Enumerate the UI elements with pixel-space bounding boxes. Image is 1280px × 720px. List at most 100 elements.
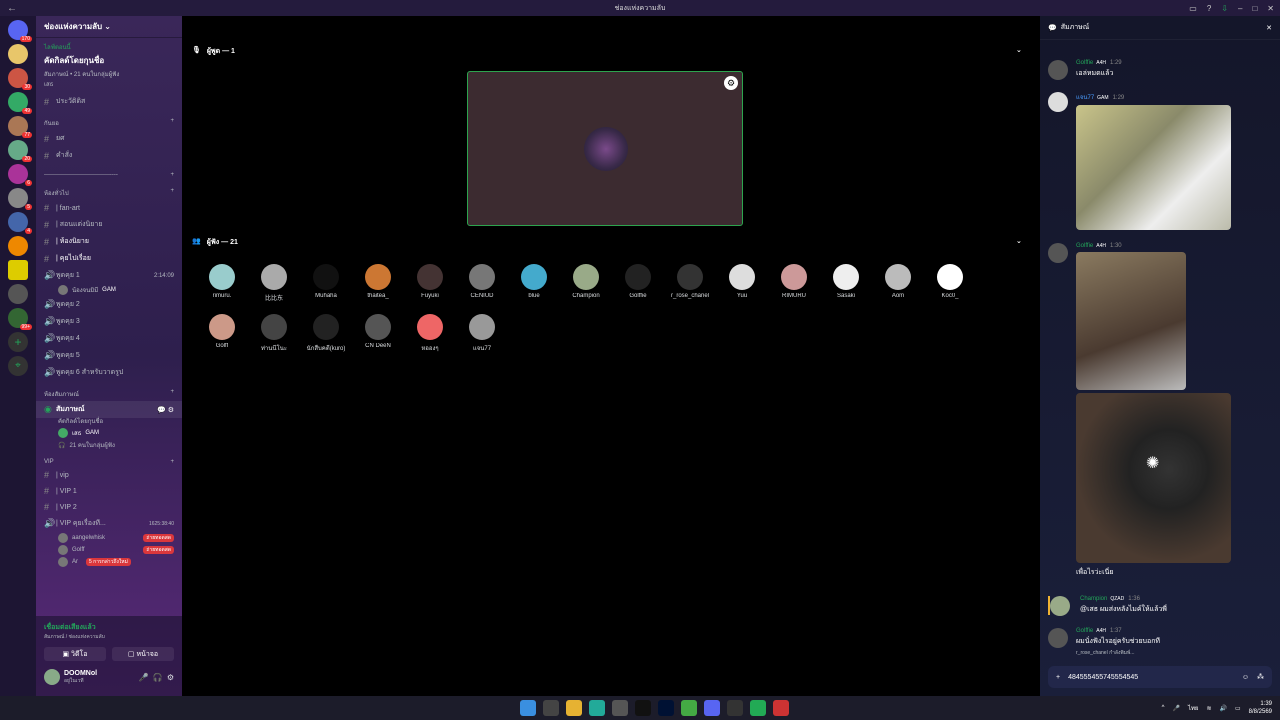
- message-input[interactable]: 48455545574555454​5: [1068, 674, 1234, 681]
- voice-channel-vip[interactable]: 🔊 | VIP คุยเรื่องที... 1625:38:40: [36, 515, 182, 532]
- server-icon[interactable]: [8, 236, 28, 256]
- gear-icon[interactable]: ⚙: [167, 673, 174, 682]
- live-event[interactable]: ไลฟ์ตอนนี้ คัดกิลด์โดยกุนชื่อ สัมภาษณ์ •…: [36, 38, 182, 93]
- audience-member[interactable]: Aom: [872, 264, 924, 314]
- speaker-tile[interactable]: ⚙: [467, 71, 743, 226]
- tray-chevron-icon[interactable]: ^: [1162, 705, 1165, 711]
- chat-message[interactable]: Champion QZAD 1:36 @เสธ ผมส่งหลังไมค์ให้แล…: [1048, 596, 1273, 616]
- chat-message[interactable]: Golffie A4H 1:29 เอล่หมดแล้ว: [1048, 60, 1273, 80]
- audience-member[interactable]: r_rose_chanel: [664, 264, 716, 314]
- screen-share-button[interactable]: ▢ หน้าจอ: [112, 647, 174, 661]
- close-icon[interactable]: ✕: [1266, 24, 1272, 32]
- image-attachment[interactable]: ✺: [1076, 393, 1231, 563]
- audience-member[interactable]: CN DeeN: [352, 314, 404, 364]
- stage-listeners[interactable]: 🎧 21 คนในกลุ่มผู้ฟัง: [36, 439, 182, 451]
- user-panel[interactable]: DOOMNol อยู่ในเวที 🎤 🎧 ⚙: [36, 661, 182, 693]
- add-attachment-icon[interactable]: +: [1056, 674, 1060, 681]
- audience-member[interactable]: blue: [508, 264, 560, 314]
- app-icon[interactable]: [750, 700, 766, 716]
- help-icon[interactable]: ?: [1207, 4, 1211, 13]
- chat-message[interactable]: แจน77 GAM 1:29: [1048, 92, 1273, 230]
- lang-indicator[interactable]: ไทย: [1188, 703, 1199, 713]
- server-icon[interactable]: 20: [8, 140, 32, 162]
- minimize-button[interactable]: –: [1238, 4, 1242, 13]
- server-icon[interactable]: [8, 260, 28, 280]
- category-general[interactable]: ห้องทั่วไป +: [36, 180, 182, 200]
- wifi-icon[interactable]: ≋: [1206, 705, 1211, 712]
- headphones-icon[interactable]: 🎧: [153, 673, 163, 682]
- discord-home-icon[interactable]: 170: [8, 20, 32, 42]
- voice-user[interactable]: Ar 5 การกล่าวถึงใหม่: [36, 556, 182, 568]
- server-header[interactable]: ช่องแห่งความลับ ⌄: [36, 16, 182, 38]
- edge-icon[interactable]: [589, 700, 605, 716]
- voice-user[interactable]: น้องจนมิมี GAM: [36, 284, 182, 296]
- audience-member[interactable]: thaitea_: [352, 264, 404, 314]
- audience-member[interactable]: 比比东: [248, 264, 300, 314]
- server-icon[interactable]: 30: [8, 68, 32, 90]
- image-attachment[interactable]: [1076, 105, 1231, 230]
- server-icon[interactable]: 99+: [8, 308, 32, 330]
- stage-speaker[interactable]: เสธ GAM: [36, 427, 182, 439]
- audience-member[interactable]: Sasaki: [820, 264, 872, 314]
- search-icon[interactable]: [543, 700, 559, 716]
- battery-icon[interactable]: ▭: [1235, 705, 1241, 712]
- file-explorer-icon[interactable]: [566, 700, 582, 716]
- maximize-button[interactable]: □: [1252, 4, 1257, 13]
- message-composer[interactable]: + 48455545574555454​5 ☺ ⁂: [1048, 666, 1272, 688]
- channel-chat[interactable]: # | คุยไปเรื่อย: [36, 250, 182, 267]
- start-icon[interactable]: [520, 700, 536, 716]
- channel-history[interactable]: # ประวัติดิส: [36, 93, 182, 110]
- audience-member[interactable]: Golff: [196, 314, 248, 364]
- category-interview[interactable]: ห้องสัมภาษณ์ +: [36, 381, 182, 401]
- voice-user[interactable]: aangelwhisk ถ่ายทอดสด: [36, 532, 182, 544]
- audience-member[interactable]: นักสืบคดี(kuro): [300, 314, 352, 364]
- emoji-icon[interactable]: ☺: [1242, 674, 1249, 681]
- add-server-icon[interactable]: +: [8, 332, 28, 352]
- video-button[interactable]: ▣ วิดีโอ: [44, 647, 106, 661]
- channel-vip[interactable]: # | vip: [36, 467, 182, 483]
- audience-member[interactable]: Fuyuki: [404, 264, 456, 314]
- channel-commands[interactable]: # คำสั่ง: [36, 147, 182, 164]
- voice-channel-5[interactable]: 🔊 พูดคุย 5: [36, 347, 182, 364]
- channel-fanart[interactable]: # | fan-art: [36, 200, 182, 216]
- audience-member[interactable]: หอองๆ: [404, 314, 456, 364]
- mic-icon[interactable]: 🎤: [1172, 705, 1179, 712]
- chat-message[interactable]: Golffie A4H 1:37 ผมนั่งฟังไรอยู่ครับช่วยบอ…: [1048, 628, 1273, 657]
- voice-user[interactable]: Golff ถ่ายทอดสด: [36, 544, 182, 556]
- avatar[interactable]: [44, 669, 60, 685]
- explore-icon[interactable]: ⌖: [8, 356, 28, 376]
- voice-status[interactable]: เชื่อมต่อเสียงแล้ว: [44, 622, 174, 633]
- store-icon[interactable]: [612, 700, 628, 716]
- audience-member[interactable]: RIMURU: [768, 264, 820, 314]
- chevron-down-icon[interactable]: ⌄: [1016, 46, 1022, 54]
- audience-member[interactable]: Muhaha: [300, 264, 352, 314]
- app-icon[interactable]: [773, 700, 789, 716]
- chat-message[interactable]: Golffie A4H 1:30 ✺ เพื่อไรว่ะเนี่ย: [1048, 243, 1273, 578]
- chrome-icon[interactable]: [681, 700, 697, 716]
- category-rules[interactable]: กันยอ +: [36, 110, 182, 130]
- apps-icon[interactable]: ⁂: [1257, 673, 1264, 681]
- image-attachment[interactable]: [1076, 252, 1186, 390]
- server-icon[interactable]: 49: [8, 92, 32, 114]
- server-icon[interactable]: [8, 284, 28, 304]
- close-button[interactable]: ✕: [1267, 4, 1274, 13]
- audience-member[interactable]: rimuru.: [196, 264, 248, 314]
- audience-member[interactable]: แจน77: [456, 314, 508, 364]
- channel-novel[interactable]: # | ห้องนิยาย: [36, 233, 182, 250]
- server-icon[interactable]: 6: [8, 164, 32, 186]
- audience-member[interactable]: Golffie: [612, 264, 664, 314]
- settings-icon[interactable]: ⚙: [724, 76, 738, 90]
- mic-icon[interactable]: 🎤: [139, 673, 149, 682]
- audience-member[interactable]: Champion: [560, 264, 612, 314]
- channel-rank[interactable]: # ยศ: [36, 130, 182, 147]
- clock[interactable]: 1:39 8/8/2569: [1249, 700, 1272, 716]
- server-icon[interactable]: 4: [8, 212, 32, 234]
- volume-icon[interactable]: 🔊: [1219, 705, 1226, 712]
- voice-channel-3[interactable]: 🔊 พูดคุย 3: [36, 313, 182, 330]
- category-vip[interactable]: VIP +: [36, 451, 182, 467]
- server-icon[interactable]: 5: [8, 188, 32, 210]
- discord-icon[interactable]: [704, 700, 720, 716]
- channel-vip2[interactable]: # | VIP 2: [36, 499, 182, 515]
- tiktok-icon[interactable]: [635, 700, 651, 716]
- voice-channel-6[interactable]: 🔊 พูดคุย 6 สำหรับวาดรูป: [36, 364, 182, 381]
